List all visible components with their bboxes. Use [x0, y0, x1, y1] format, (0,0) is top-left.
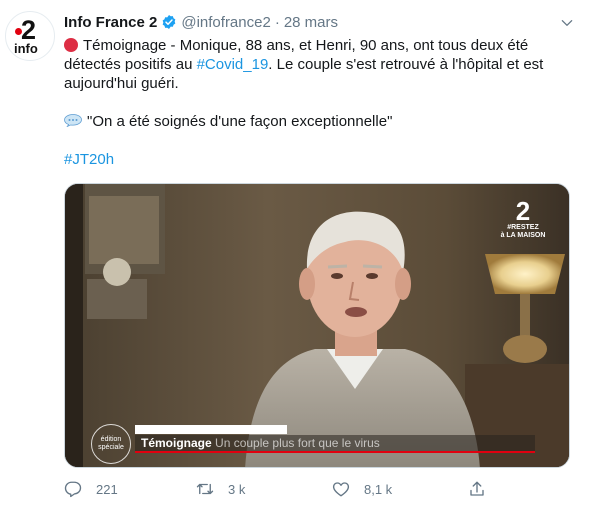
tweet-text: Témoignage - Monique, 88 ans, et Henri, …: [64, 36, 576, 169]
reply-button[interactable]: 221: [64, 480, 118, 498]
channel-tag-2: à LA MAISON: [500, 232, 546, 239]
lower-third-white-strip: [135, 425, 287, 434]
tweet-text-line2-suffix: . Le couple s'est retrouvé à l'hôpital e…: [268, 56, 544, 73]
lower-third-text: Témoignage Un couple plus fort que le vi…: [141, 436, 380, 450]
tweet-quote: "On a été soignés d'une façon exceptionn…: [87, 113, 393, 130]
chevron-down-icon[interactable]: [560, 16, 574, 30]
retweet-button[interactable]: 3 k: [196, 480, 245, 498]
reply-count: 221: [96, 481, 118, 497]
channel-number: 2: [515, 196, 531, 226]
tweet-header: Info France 2 @infofrance2 · 28 mars: [64, 12, 338, 32]
like-button[interactable]: 8,1 k: [332, 480, 392, 498]
hashtag-covid-link[interactable]: #Covid_19: [197, 56, 269, 73]
tweet-date[interactable]: 28 mars: [284, 14, 338, 31]
channel-tag-1: #RESTEZ: [507, 224, 539, 231]
retweet-count: 3 k: [228, 481, 246, 497]
lower-third-subtitle: Un couple plus fort que le virus: [215, 436, 380, 450]
tweet-line-2: détectés positifs au #Covid_19. Le coupl…: [64, 55, 576, 74]
avatar-word: info: [14, 41, 38, 56]
share-icon: [470, 481, 484, 496]
like-count: 8,1 k: [364, 481, 393, 497]
tweet-actions: 221 3 k 8,1 k: [64, 480, 584, 500]
tweet[interactable]: 2 info Info France 2 @infofrance2 · 28 m…: [0, 0, 589, 507]
tweet-line-quote: "On a été soignés d'une façon exceptionn…: [64, 112, 576, 131]
hashtag-jt20h-link[interactable]: #JT20h: [64, 150, 576, 169]
red-circle-emoji-icon: [64, 38, 78, 52]
speech-bubble-emoji-icon: [64, 114, 82, 127]
edition-badge: édition spéciale: [91, 424, 131, 464]
retweet-icon: [196, 483, 214, 495]
reply-icon: [64, 481, 82, 498]
share-button[interactable]: [468, 480, 500, 498]
tweet-text-line1: Témoignage - Monique, 88 ans, et Henri, …: [83, 37, 529, 54]
avatar[interactable]: 2 info: [5, 11, 55, 61]
like-icon: [332, 482, 350, 497]
author-handle[interactable]: @infofrance2: [181, 14, 270, 31]
channel-logo: 2 #RESTEZ à LA MAISON: [499, 198, 547, 240]
tweet-text-line2-prefix: détectés positifs au: [64, 56, 197, 73]
video-thumbnail[interactable]: 2 #RESTEZ à LA MAISON édition spéciale T…: [64, 183, 570, 468]
lower-third-red-line: [135, 451, 535, 453]
lower-third-title: Témoignage: [141, 436, 212, 450]
header-separator: ·: [274, 13, 280, 31]
tweet-line-1: Témoignage - Monique, 88 ans, et Henri, …: [64, 36, 576, 55]
verified-badge-icon: [163, 15, 176, 29]
tweet-text-line3: aujourd'hui guéri.: [64, 75, 179, 92]
author-name[interactable]: Info France 2: [64, 14, 157, 31]
